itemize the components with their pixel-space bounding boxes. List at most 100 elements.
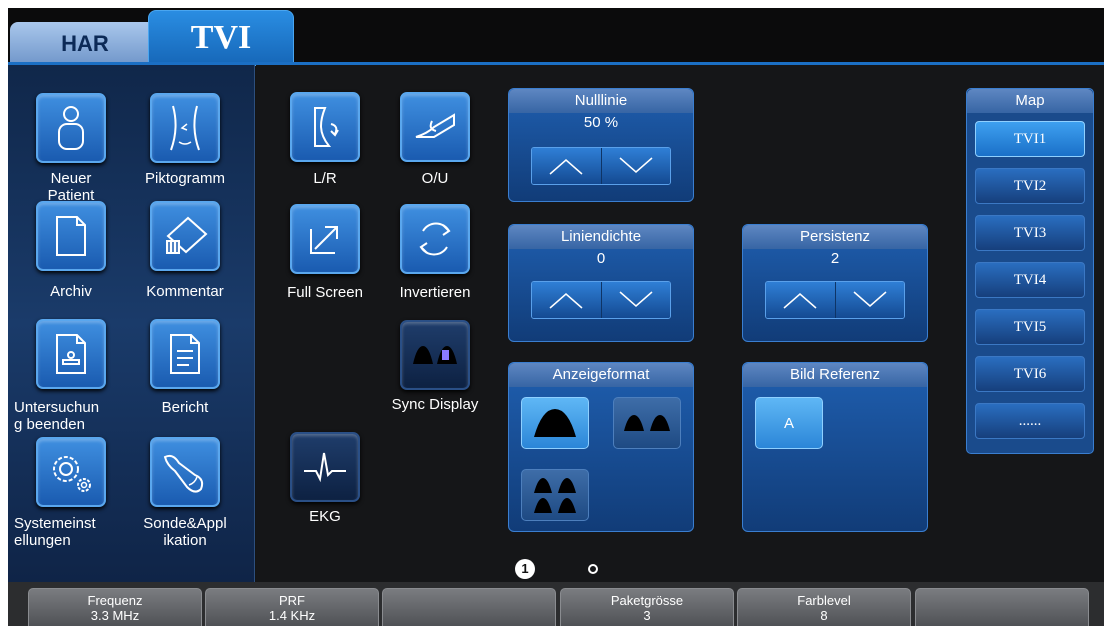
page-indicator-dot[interactable] [588,564,598,574]
bild-referenz-title: Bild Referenz [743,363,927,387]
untersuchung-beenden-button[interactable] [36,319,106,389]
softkey-paketgroesse-label: Paketgrösse [610,593,684,608]
bild-referenz-control: Bild Referenz A [742,362,928,532]
report-icon [170,334,200,374]
softkey-farblevel[interactable]: Farblevel 8 [737,588,911,626]
invert-cycle-icon [419,222,451,256]
kommentar-label: Kommentar [146,283,224,300]
softkey-prf-label: PRF [279,593,305,608]
liniendichte-down-button[interactable] [601,282,670,318]
probe-icon [163,454,204,493]
bericht-button[interactable] [150,319,220,389]
body-outline-icon [170,105,200,151]
bericht-label: Bericht [161,399,209,416]
fullscreen-button[interactable] [290,204,360,274]
flip-left-right-icon [314,107,339,147]
persistenz-stepper [765,281,905,319]
page-indicator-active[interactable]: 1 [515,559,535,579]
persistenz-down-button[interactable] [835,282,904,318]
map-item-tvi5[interactable]: TVI5 [975,309,1085,345]
sync-display-button[interactable] [400,320,470,390]
invertieren-button[interactable] [400,204,470,274]
kommentar-button[interactable] [150,201,220,271]
ekg-label: EKG [309,508,341,525]
systemeinstellungen-label: Systemeinst ellungen [14,515,96,549]
persistenz-title: Persistenz [743,225,927,249]
chevron-up-icon [549,159,583,175]
piktogramm-button[interactable] [150,93,220,163]
anzeigeformat-control: Anzeigeformat [508,362,694,532]
persistenz-up-button[interactable] [766,282,836,318]
ou-button[interactable] [400,92,470,162]
lr-label: L/R [313,170,337,187]
ekg-wave-icon [304,452,346,483]
settings-gears-icon [53,456,91,492]
map-item-more[interactable]: ...... [975,403,1085,439]
tab-har[interactable]: HAR [10,22,160,66]
liniendichte-value: 0 [596,250,606,267]
nulllinie-down-button[interactable] [601,148,670,184]
lr-button[interactable] [290,92,360,162]
softkey-paketgroesse[interactable]: Paketgrösse 3 [560,588,734,626]
map-item-tvi3[interactable]: TVI3 [975,215,1085,251]
neuer-patient-label: Neuer Patient [47,170,95,204]
softkey-prf[interactable]: PRF 1.4 KHz [205,588,379,626]
sync-display-label: Sync Display [391,396,479,413]
sonde-applikation-label: Sonde&Appl ikation [143,515,227,549]
nulllinie-up-button[interactable] [532,148,602,184]
systemeinstellungen-button[interactable] [36,437,106,507]
softkey-empty-2[interactable] [915,588,1089,626]
liniendichte-title: Liniendichte [509,225,693,249]
persistenz-value: 2 [830,250,840,267]
ekg-button[interactable] [290,432,360,502]
flip-up-down-icon [415,113,455,138]
chevron-down-icon [619,157,653,173]
chevron-up-icon [783,293,817,309]
tab-tvi[interactable]: TVI [148,10,294,66]
bild-referenz-a-button[interactable]: A [755,397,823,449]
softkey-farblevel-label: Farblevel [797,593,851,608]
quad-sector-icon [534,478,576,513]
tab-bar: HAR TVI [8,8,1104,66]
softkey-frequenz[interactable]: Frequenz 3.3 MHz [28,588,202,626]
patient-icon [58,106,84,150]
chevron-down-icon [853,291,887,307]
chevron-up-icon [549,293,583,309]
softkey-frequenz-value: 3.3 MHz [90,608,140,623]
format-dual-button[interactable] [613,397,681,449]
map-item-tvi6[interactable]: TVI6 [975,356,1085,392]
dual-sector-icon [413,346,457,364]
comment-tag-icon [166,216,208,254]
format-single-button[interactable] [521,397,589,449]
anzeigeformat-title: Anzeigeformat [509,363,693,387]
bottom-softkey-bar: Frequenz 3.3 MHz PRF 1.4 KHz Paketgrösse… [8,582,1104,626]
nulllinie-control: Nulllinie 50 % [508,88,694,202]
ultrasound-touch-panel: HAR TVI Neuer Patient Piktogramm Archiv … [8,8,1104,626]
map-item-tvi4[interactable]: TVI4 [975,262,1085,298]
left-panel: Neuer Patient Piktogramm Archiv Kommenta… [8,65,255,582]
fullscreen-label: Full Screen [287,284,363,301]
liniendichte-stepper [531,281,671,319]
single-sector-icon [534,409,576,437]
softkey-farblevel-value: 8 [820,608,828,623]
map-panel: Map TVI1 TVI2 TVI3 TVI4 TVI5 TVI6 ...... [966,88,1094,454]
softkey-prf-value: 1.4 KHz [268,608,316,623]
softkey-paketgroesse-value: 3 [643,608,651,623]
sonde-applikation-button[interactable] [150,437,220,507]
neuer-patient-button[interactable] [36,93,106,163]
nulllinie-value: 50 % [583,114,619,131]
liniendichte-control: Liniendichte 0 [508,224,694,342]
liniendichte-up-button[interactable] [532,282,602,318]
format-quad-button[interactable] [521,469,589,521]
map-item-tvi2[interactable]: TVI2 [975,168,1085,204]
ou-label: O/U [421,170,449,187]
untersuchung-beenden-label: Untersuchun g beenden [14,399,100,433]
invertieren-label: Invertieren [399,284,471,301]
softkey-empty-1[interactable] [382,588,556,626]
softkey-frequenz-label: Frequenz [87,593,143,608]
document-icon [56,216,86,256]
archiv-button[interactable] [36,201,106,271]
dual-sector-icon [624,415,670,431]
map-title: Map [967,89,1093,113]
map-item-tvi1[interactable]: TVI1 [975,121,1085,157]
